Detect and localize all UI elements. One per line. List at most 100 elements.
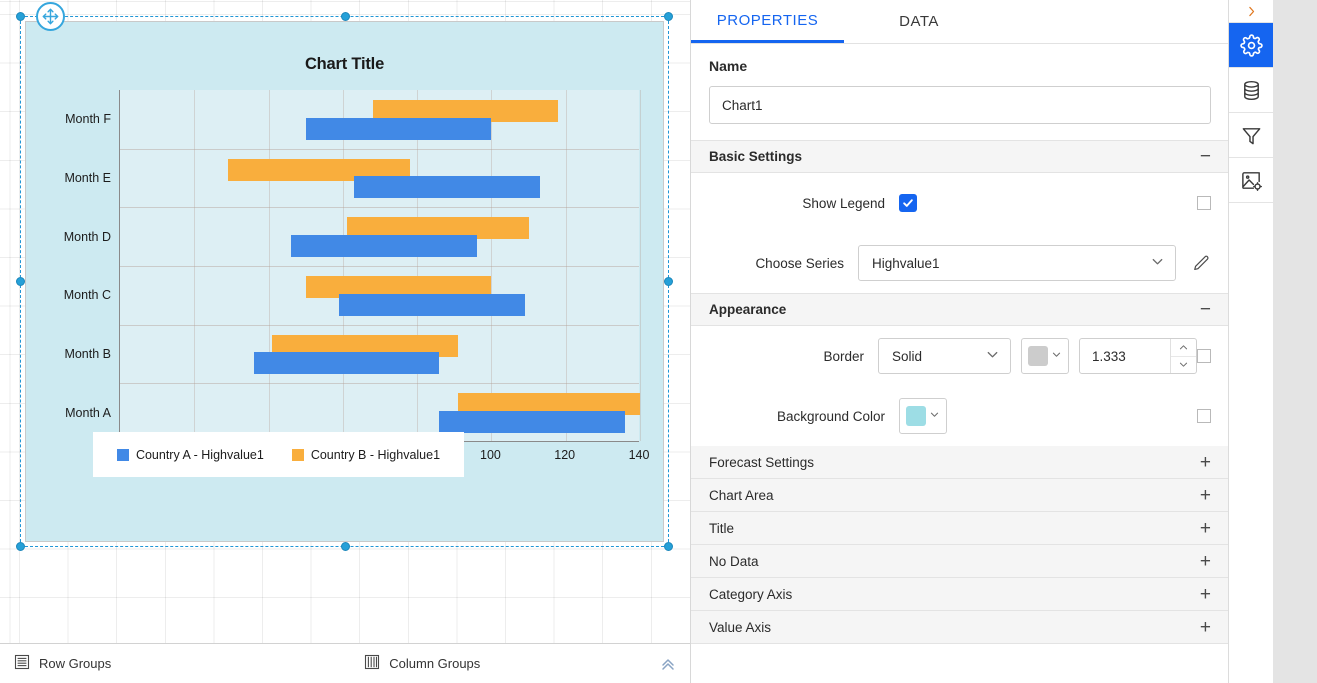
group-bar: Row Groups Column Groups — [0, 643, 690, 683]
chevron-double-up-icon[interactable] — [660, 656, 676, 672]
border-width-decrement[interactable] — [1171, 357, 1196, 374]
background-color-swatch — [906, 406, 926, 426]
row-groups-label: Row Groups — [39, 656, 111, 671]
columns-icon — [364, 654, 380, 673]
category-axis-label: Month A — [23, 406, 111, 420]
move-icon[interactable] — [36, 2, 65, 31]
accordion-list: Forecast Settings+Chart Area+Title+No Da… — [691, 446, 1229, 644]
selection-handle-middle-left[interactable] — [16, 277, 25, 286]
category-band-line — [120, 383, 639, 384]
selection-handle-bottom-right[interactable] — [664, 542, 673, 551]
accordion-chart-area[interactable]: Chart Area + — [691, 479, 1229, 512]
accordion-toggle[interactable]: + — [1200, 585, 1211, 604]
rail-button-database[interactable] — [1229, 68, 1273, 113]
show-legend-label: Show Legend — [709, 196, 899, 211]
row-groups-button[interactable]: Row Groups — [14, 654, 111, 673]
properties-panel: PROPERTIES DATA Name Basic Settings − Sh… — [690, 0, 1273, 683]
pencil-icon[interactable] — [1192, 254, 1211, 273]
border-width-increment[interactable] — [1171, 339, 1196, 357]
choose-series-label: Choose Series — [709, 256, 858, 271]
tab-properties[interactable]: PROPERTIES — [691, 0, 844, 43]
chart-bar — [291, 235, 477, 257]
section-basic-settings[interactable]: Basic Settings − — [691, 140, 1229, 173]
row-show-legend: Show Legend — [691, 173, 1229, 233]
chart-widget[interactable]: Chart Title Month FMonth EMonth DMonth C… — [25, 21, 664, 542]
selection-handle-top-left[interactable] — [16, 12, 25, 21]
choose-series-select[interactable]: Highvalue1 — [858, 245, 1176, 281]
accordion-forecast-settings[interactable]: Forecast Settings+ — [691, 446, 1229, 479]
rail-collapse-button[interactable] — [1229, 0, 1273, 23]
rail-button-gear[interactable] — [1229, 23, 1273, 68]
app-root: Chart Title Month FMonth EMonth DMonth C… — [0, 0, 1317, 683]
section-appearance-toggle[interactable]: − — [1200, 300, 1211, 319]
accordion-label: Chart Area — [709, 488, 774, 503]
selection-handle-bottom-left[interactable] — [16, 542, 25, 551]
accordion-value-axis[interactable]: Value Axis + — [691, 611, 1229, 644]
chart-plot-area — [119, 90, 639, 442]
name-block: Name — [691, 44, 1229, 140]
accordion-title[interactable]: Title+ — [691, 512, 1229, 545]
border-expression-checkbox[interactable] — [1197, 349, 1211, 363]
show-legend-expression-checkbox[interactable] — [1197, 196, 1211, 210]
selection-handle-bottom-center[interactable] — [341, 542, 350, 551]
border-color-swatch — [1028, 346, 1048, 366]
border-width-stepper[interactable]: 1.333 — [1079, 338, 1197, 374]
chevron-down-icon — [929, 407, 940, 425]
chevron-down-icon — [985, 347, 1000, 365]
panel-icon-rail — [1228, 0, 1273, 683]
name-input[interactable] — [709, 86, 1211, 124]
section-basic-settings-toggle[interactable]: − — [1200, 147, 1211, 166]
column-groups-button[interactable]: Column Groups — [364, 654, 480, 673]
legend-swatch — [117, 449, 129, 461]
border-color-picker[interactable] — [1021, 338, 1069, 374]
accordion-toggle[interactable]: + — [1200, 453, 1211, 472]
accordion-label: No Data — [709, 554, 759, 569]
chart-bar — [354, 176, 540, 198]
accordion-label: Category Axis — [709, 587, 792, 602]
accordion-no-data[interactable]: No Data + — [691, 545, 1229, 578]
row-background-color: Background Color — [691, 386, 1229, 446]
selection-handle-top-right[interactable] — [664, 12, 673, 21]
chart-bar — [254, 352, 440, 374]
row-choose-series: Choose Series Highvalue1 — [691, 233, 1229, 293]
chevron-down-icon — [1051, 347, 1062, 365]
chart-legend: Country A - Highvalue1Country B - Highva… — [93, 432, 464, 477]
selection-handle-middle-right[interactable] — [664, 277, 673, 286]
legend-swatch — [292, 449, 304, 461]
category-axis-label: Month F — [23, 112, 111, 126]
accordion-category-axis[interactable]: Category Axis + — [691, 578, 1229, 611]
panel-tabs: PROPERTIES DATA — [691, 0, 1229, 44]
accordion-label: Value Axis — [709, 620, 771, 635]
accordion-toggle[interactable]: + — [1200, 486, 1211, 505]
rail-button-filter[interactable] — [1229, 113, 1273, 158]
border-style-select[interactable]: Solid — [878, 338, 1011, 374]
report-designer-canvas[interactable]: Chart Title Month FMonth EMonth DMonth C… — [0, 0, 690, 683]
category-band-line — [120, 149, 639, 150]
row-border: Border Solid — [691, 326, 1229, 386]
category-axis-label: Month D — [23, 230, 111, 244]
accordion-toggle[interactable]: + — [1200, 618, 1211, 637]
background-color-expression-checkbox[interactable] — [1197, 409, 1211, 423]
value-axis-tick-label: 120 — [554, 448, 575, 462]
section-appearance[interactable]: Appearance − — [691, 293, 1229, 326]
show-legend-checkbox[interactable] — [899, 194, 917, 212]
rail-button-image-settings[interactable] — [1229, 158, 1273, 203]
category-band-line — [120, 207, 639, 208]
value-grid-line — [194, 90, 195, 441]
value-axis-tick-label: 140 — [629, 448, 650, 462]
accordion-toggle[interactable]: + — [1200, 519, 1211, 538]
name-label: Name — [709, 58, 1211, 74]
category-axis-label: Month C — [23, 288, 111, 302]
background-color-picker[interactable] — [899, 398, 947, 434]
value-grid-line — [566, 90, 567, 441]
chart-bar — [439, 411, 625, 433]
category-axis-label: Month E — [23, 171, 111, 185]
selection-handle-top-center[interactable] — [341, 12, 350, 21]
legend-label: Country A - Highvalue1 — [136, 448, 264, 462]
tab-data[interactable]: DATA — [844, 0, 994, 43]
accordion-toggle[interactable]: + — [1200, 552, 1211, 571]
value-axis-tick-label: 100 — [480, 448, 501, 462]
column-groups-label: Column Groups — [389, 656, 480, 671]
border-width-value: 1.333 — [1080, 349, 1170, 364]
section-basic-settings-title: Basic Settings — [709, 149, 802, 164]
